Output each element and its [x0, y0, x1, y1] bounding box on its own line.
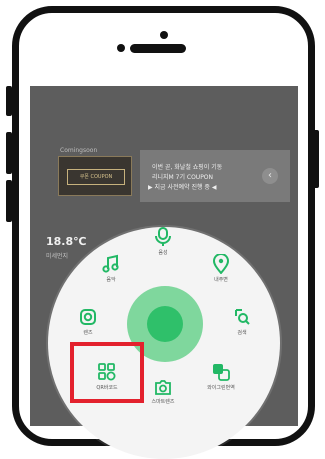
microphone-icon [155, 227, 171, 246]
earpiece-speaker [130, 44, 186, 53]
camera-icon [155, 380, 171, 395]
menu-item-music-label: 음악 [106, 277, 116, 283]
front-camera [160, 31, 168, 39]
menu-item-translate-label: 와이그린번역 [207, 385, 235, 391]
banner-line-2: 리니지M 7기 COUPON [152, 174, 214, 181]
menu-item-camera-label: 스마트렌즈 [151, 399, 175, 405]
menu-item-search-label: 검색 [237, 330, 247, 336]
location-pin-icon [212, 254, 230, 274]
menu-item-lens[interactable]: 렌즈 [63, 307, 113, 336]
proximity-sensor [117, 44, 125, 52]
menu-item-music[interactable]: 음악 [86, 254, 136, 283]
search-icon [235, 309, 250, 325]
qr-highlight-box [70, 342, 144, 403]
menu-item-search[interactable]: 검색 [217, 307, 267, 336]
menu-item-camera[interactable]: 스마트렌즈 [138, 378, 188, 405]
menu-item-nearby-label: 내주변 [214, 277, 228, 283]
menu-item-nearby[interactable]: 내주변 [196, 254, 246, 283]
coupon-image[interactable]: 쿠폰 COUPON [58, 156, 132, 196]
menu-item-voice[interactable]: 음성 [138, 227, 188, 256]
banner-line-3: ▶ 지금 사전예약 진행 중 ◀ [148, 184, 217, 191]
green-dot-center [147, 306, 183, 342]
banner-line-1: 이번 곧, 화날철 쇼핑이 기동 [152, 164, 223, 171]
translate-icon [213, 364, 230, 381]
coupon-label: 쿠폰 COUPON [67, 169, 125, 185]
menu-item-voice-label: 음성 [158, 250, 168, 256]
music-note-icon [102, 254, 119, 273]
menu-item-translate[interactable]: 와이그린번역 [196, 362, 246, 391]
lens-icon [80, 309, 96, 325]
menu-item-lens-label: 렌즈 [83, 330, 93, 336]
dust-label: 미세먼지 [46, 253, 69, 260]
temperature-value: 18.8℃ [46, 235, 87, 248]
banner-next-button[interactable]: ‹ [262, 168, 278, 184]
banner-kicker: Comingsoon [60, 147, 98, 154]
